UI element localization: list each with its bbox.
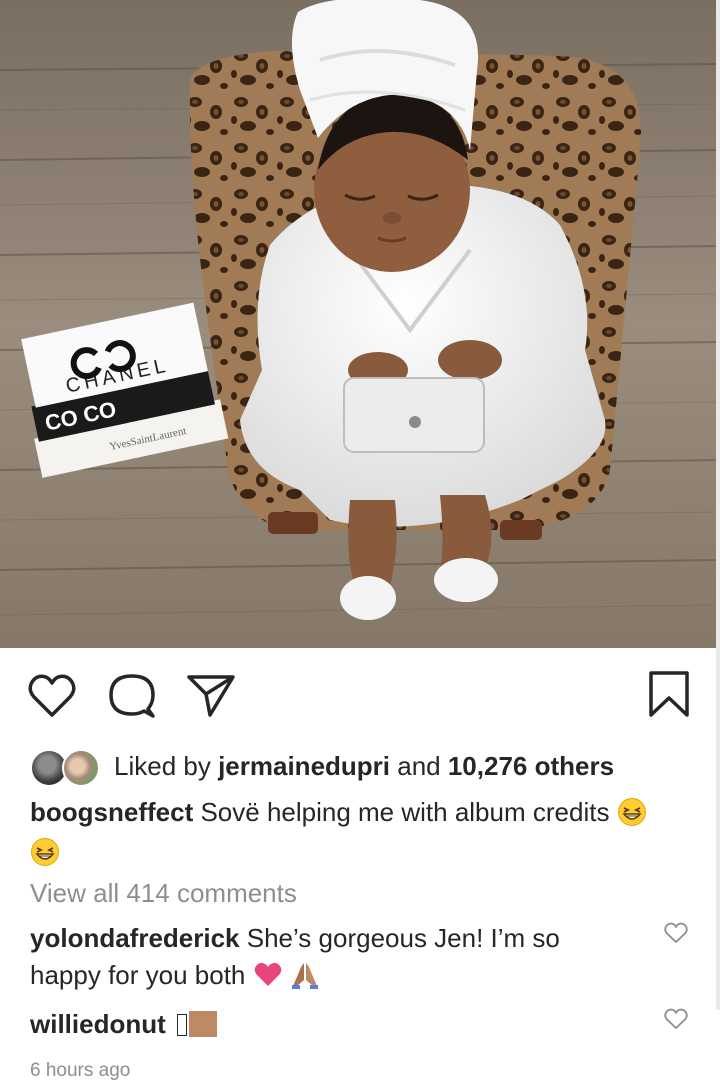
scrollbar[interactable]	[716, 0, 720, 1010]
liker-username[interactable]: jermainedupri	[218, 751, 390, 781]
comment-row: yolondafrederick She’s gorgeous Jen! I’m…	[30, 920, 620, 994]
likes-count[interactable]: 10,276 others	[448, 751, 614, 781]
comment-row: williedonut	[30, 1006, 620, 1043]
liker-avatars	[30, 748, 100, 787]
grinning-squint-emoji-icon	[617, 798, 646, 826]
post-caption: boogsneffect Sovë helping me with album …	[30, 792, 680, 872]
likes-middle: and	[390, 750, 448, 781]
comment-like-heart-icon[interactable]	[664, 1008, 688, 1030]
comment-username[interactable]: williedonut	[30, 1009, 166, 1039]
skin-tone-modifier-icon	[189, 1011, 217, 1037]
avatar	[62, 749, 100, 787]
post-timestamp: 6 hours ago	[30, 1060, 131, 1081]
heart-outline-icon[interactable]	[28, 674, 76, 718]
comment-username[interactable]: yolondafrederick	[30, 923, 240, 953]
post-actions	[0, 648, 720, 744]
scrollbar-thumb[interactable]	[716, 0, 720, 1010]
comment-like-heart-icon[interactable]	[664, 922, 688, 944]
caption-text: Sovë helping me with album credits	[193, 797, 617, 827]
pink-heart-emoji-icon	[254, 962, 281, 986]
paper-plane-icon[interactable]	[186, 674, 236, 718]
caption-username[interactable]: boogsneffect	[30, 797, 193, 827]
folded-hands-emoji-icon	[291, 963, 318, 989]
grinning-squint-emoji-icon	[31, 838, 59, 866]
post-image: YvesSaintLaurent CO CO CHANEL	[0, 0, 720, 648]
likes-prefix: Liked by	[114, 750, 219, 781]
bookmark-icon[interactable]	[648, 670, 690, 718]
likes-text: Liked by jermainedupri and 10,276 others	[114, 751, 614, 782]
speech-bubble-icon[interactable]	[108, 673, 156, 719]
missing-glyph-icon	[177, 1014, 187, 1036]
comment-text	[166, 1009, 173, 1039]
view-all-comments-link[interactable]: View all 414 comments	[30, 878, 297, 909]
post-photo[interactable]: YvesSaintLaurent CO CO CHANEL	[0, 0, 720, 648]
likes-row[interactable]: Liked by jermainedupri and 10,276 others	[30, 746, 614, 787]
